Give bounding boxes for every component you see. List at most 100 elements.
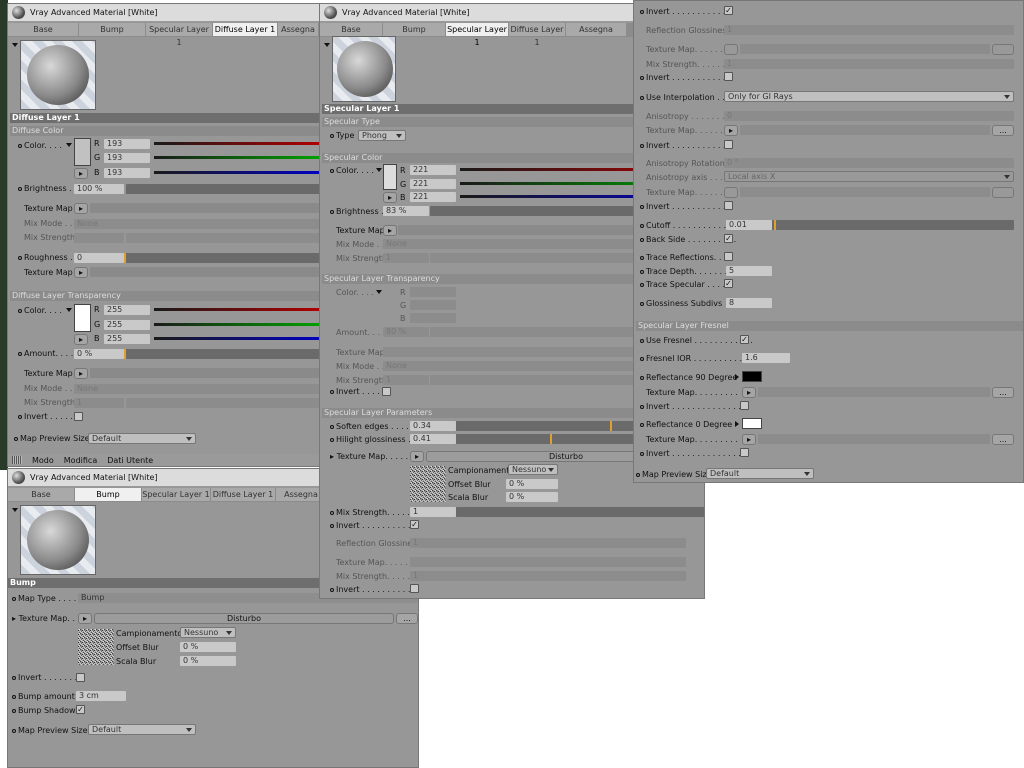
animate-dot-icon[interactable] bbox=[640, 75, 644, 80]
animate-dot-icon[interactable] bbox=[640, 269, 644, 274]
spec-mix-slider[interactable] bbox=[456, 507, 704, 517]
tab-specular-layer-1[interactable]: Specular Layer 1 bbox=[446, 23, 508, 47]
tab-bump[interactable]: Bump bbox=[79, 23, 145, 36]
b-field[interactable]: 193 bbox=[104, 168, 150, 178]
spec-mix2-field[interactable]: 1 bbox=[410, 571, 456, 581]
spec-mix-field[interactable]: 1 bbox=[410, 507, 456, 517]
animate-dot-icon[interactable] bbox=[12, 708, 16, 713]
tb-field[interactable]: 255 bbox=[104, 334, 150, 344]
r-texmap-b-more[interactable] bbox=[992, 187, 1014, 198]
spec-texmap2-slot[interactable] bbox=[410, 557, 686, 567]
r-aniso-slider[interactable] bbox=[770, 111, 1014, 121]
tab-diffuse-layer-1[interactable]: Diffuse Layer 1 bbox=[213, 23, 277, 36]
tab-specular-layer-1[interactable]: Specular Layer 1 bbox=[146, 23, 212, 47]
animate-dot-icon[interactable] bbox=[640, 223, 644, 228]
spec-param-texmap-button[interactable]: ▸ bbox=[410, 451, 424, 462]
collapse-icon[interactable] bbox=[12, 508, 18, 512]
g-field[interactable]: 193 bbox=[104, 153, 150, 163]
bump-texture-button[interactable]: ▸ bbox=[78, 613, 92, 624]
b-slider[interactable] bbox=[154, 171, 320, 174]
r-invert-top-checkbox[interactable]: ✓ bbox=[724, 6, 733, 15]
tab-specular-layer-1[interactable]: Specular Layer 1 bbox=[142, 488, 210, 501]
r-refl-gloss-field[interactable]: 1 bbox=[724, 25, 770, 35]
animate-dot-icon[interactable] bbox=[12, 675, 16, 680]
tg-field[interactable]: 255 bbox=[104, 320, 150, 330]
texture-map-button-2[interactable]: ▸ bbox=[74, 267, 88, 278]
spec-tb-field[interactable] bbox=[410, 313, 456, 323]
spec-scala-blur-field[interactable]: 0 % bbox=[506, 492, 558, 502]
r-texmap-slot[interactable] bbox=[740, 44, 990, 54]
spec-campionamento-dropdown[interactable]: Nessuno bbox=[508, 464, 558, 475]
spec-mixstrength-field-2[interactable]: 1 bbox=[383, 375, 429, 385]
tab-assegna[interactable]: Assegna bbox=[566, 23, 626, 36]
r-refl0-swatch[interactable] bbox=[742, 418, 762, 429]
transp-picker-button[interactable]: ▸ bbox=[74, 334, 88, 345]
tab-diffuse-layer-1[interactable]: Diffuse Layer 1 bbox=[509, 23, 565, 47]
r-invert3-checkbox[interactable] bbox=[724, 201, 733, 210]
animate-dot-icon[interactable] bbox=[12, 694, 16, 699]
animate-dot-icon[interactable] bbox=[640, 95, 644, 100]
soften-field[interactable]: 0.34 bbox=[410, 421, 456, 431]
animate-dot-icon[interactable] bbox=[18, 143, 22, 148]
r-aniso-axis-dropdown[interactable]: Local axis X bbox=[724, 171, 1014, 182]
animate-dot-icon[interactable] bbox=[18, 351, 22, 356]
spec-refl-gloss-field[interactable]: 1 bbox=[410, 538, 456, 548]
animate-dot-icon[interactable] bbox=[640, 301, 644, 306]
spec-amount-field[interactable]: 80 % bbox=[383, 327, 429, 337]
r-back-side-checkbox[interactable]: ✓ bbox=[724, 234, 733, 243]
bump-shader-button[interactable]: Disturbo bbox=[94, 613, 394, 624]
r-mix-field[interactable]: 1 bbox=[724, 59, 770, 69]
r-texmap-b-button[interactable] bbox=[724, 187, 738, 198]
animate-dot-icon[interactable] bbox=[14, 436, 18, 441]
r-refl-gloss-slider[interactable] bbox=[770, 25, 1014, 35]
animate-dot-icon[interactable] bbox=[640, 282, 644, 287]
animate-dot-icon[interactable] bbox=[18, 255, 22, 260]
transp-color-dropdown-icon[interactable] bbox=[66, 308, 72, 312]
bump-shadows-checkbox[interactable]: ✓ bbox=[76, 705, 85, 714]
g-slider[interactable] bbox=[154, 156, 320, 159]
animate-dot-icon[interactable] bbox=[330, 424, 334, 429]
r-texmap-c-button[interactable]: ▸ bbox=[742, 387, 756, 398]
animate-dot-icon[interactable] bbox=[330, 389, 334, 394]
r-trace-depth-field[interactable]: 5 bbox=[726, 266, 772, 276]
animate-dot-icon[interactable] bbox=[640, 338, 644, 343]
tr-slider[interactable] bbox=[154, 308, 320, 311]
spec-mix2-slider[interactable] bbox=[456, 571, 686, 581]
mix-mode-field[interactable]: None bbox=[74, 219, 320, 229]
collapse-icon[interactable] bbox=[324, 43, 330, 47]
r-cutoff-field[interactable]: 0.01 bbox=[726, 220, 772, 230]
animate-dot-icon[interactable] bbox=[12, 728, 16, 733]
mix-strength-slider[interactable] bbox=[126, 233, 320, 243]
r-texmap-d-button[interactable]: ▸ bbox=[742, 434, 756, 445]
spec-invert-checkbox[interactable] bbox=[382, 387, 391, 396]
animate-dot-icon[interactable] bbox=[330, 437, 334, 442]
mix-mode-field-2[interactable]: None bbox=[74, 384, 320, 394]
tab-bump[interactable]: Bump bbox=[383, 23, 445, 36]
spec-transp-dropdown-icon[interactable] bbox=[376, 290, 382, 294]
spec-refl-gloss-slider[interactable] bbox=[456, 538, 686, 548]
spec-invert3-checkbox[interactable] bbox=[410, 584, 419, 593]
r-trace-spec-checkbox[interactable]: ✓ bbox=[724, 279, 733, 288]
animate-dot-icon[interactable] bbox=[330, 133, 334, 138]
type-dropdown[interactable]: Phong bbox=[358, 130, 406, 141]
offset-blur-field[interactable]: 0 % bbox=[180, 642, 236, 652]
menu-modo[interactable]: Modo bbox=[32, 456, 54, 465]
r-texmap-a-button[interactable]: ▸ bbox=[724, 125, 738, 136]
subsection-diffuse-color[interactable]: Diffuse Color bbox=[10, 126, 320, 136]
r-slider[interactable] bbox=[154, 142, 320, 145]
tr-field[interactable]: 255 bbox=[104, 305, 150, 315]
menu-dati-utente[interactable]: Dati Utente bbox=[107, 456, 153, 465]
color-dropdown-icon[interactable] bbox=[66, 143, 72, 147]
animate-dot-icon[interactable] bbox=[640, 143, 644, 148]
animate-dot-icon[interactable] bbox=[18, 186, 22, 191]
roughness-field[interactable]: 0 bbox=[74, 253, 124, 263]
tab-assegna[interactable]: Assegna bbox=[278, 23, 318, 36]
amount-slider[interactable] bbox=[124, 349, 320, 359]
brightness-slider[interactable] bbox=[126, 184, 320, 194]
r-texmap-d-slot[interactable] bbox=[758, 434, 990, 444]
spec-invert2-checkbox[interactable]: ✓ bbox=[410, 520, 419, 529]
texture-map-button-3[interactable]: ▸ bbox=[74, 368, 88, 379]
animate-dot-icon[interactable] bbox=[640, 255, 644, 260]
r-refl90-swatch[interactable] bbox=[742, 371, 762, 382]
r-use-fresnel-checkbox[interactable]: ✓ bbox=[740, 335, 749, 344]
